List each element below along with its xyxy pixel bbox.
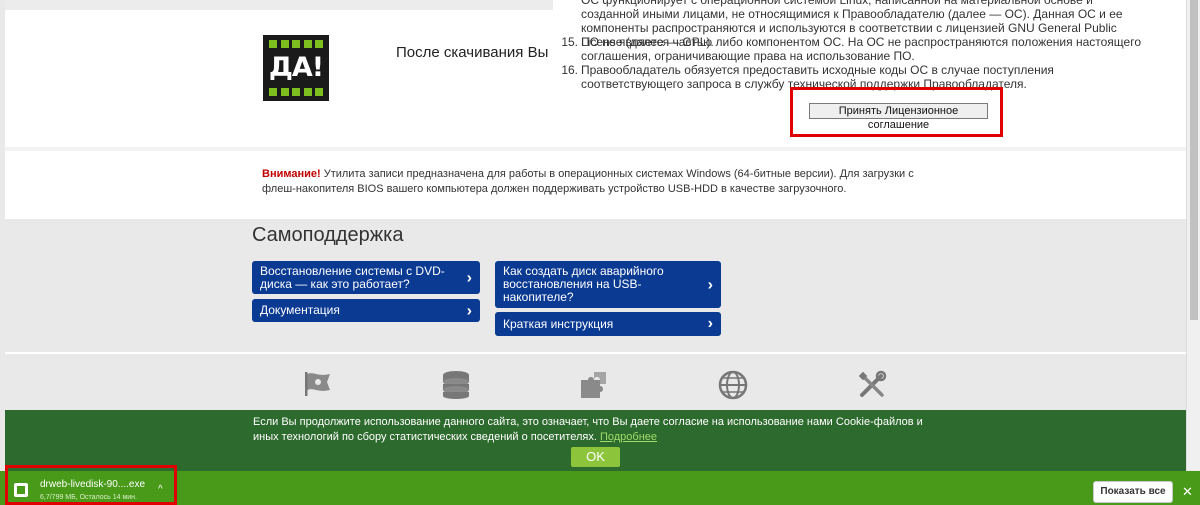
- browser-download-bar: [0, 471, 1200, 505]
- documentation-link[interactable]: Документация ›: [252, 299, 480, 322]
- logo-dots-top: [269, 40, 323, 48]
- flag-icon[interactable]: [303, 370, 333, 403]
- chevron-right-icon: ›: [466, 269, 472, 286]
- globe-icon[interactable]: [718, 370, 748, 405]
- chevron-right-icon: ›: [707, 315, 713, 332]
- warning-text: Утилита записи предназначена для работы …: [262, 168, 914, 195]
- chevron-right-icon: ›: [466, 302, 472, 319]
- chevron-right-icon: ›: [707, 276, 713, 293]
- usb-rescue-disk-label: Как создать диск аварийного восстановлен…: [503, 264, 664, 304]
- selfhelp-section: Самоподдержка Восстановление системы с D…: [5, 219, 1186, 352]
- logo-text: ДА!: [268, 52, 324, 83]
- quick-guide-label: Краткая инструкция: [503, 317, 614, 331]
- license-item-text: ПО не является частью либо компонентом О…: [581, 35, 1141, 63]
- accept-license-button[interactable]: Принять Лицензионное соглашение: [809, 103, 988, 131]
- usb-rescue-disk-link[interactable]: Как создать диск аварийного восстановлен…: [495, 261, 721, 308]
- selfhelp-title: Самоподдержка: [252, 224, 404, 246]
- warning-notice: Внимание! Утилита записи предназначена д…: [262, 167, 942, 197]
- da-logo: ДА!: [263, 35, 329, 101]
- documentation-label: Документация: [260, 303, 340, 317]
- logo-dots-bottom: [269, 88, 323, 96]
- download-instruction-text: После скачивания Вы буд: [396, 44, 556, 61]
- download-status: 6,7/799 МБ, Осталось 14 мин.: [40, 494, 137, 501]
- dvd-recovery-link[interactable]: Восстановление системы с DVD-диска — как…: [252, 261, 480, 294]
- license-item-number: 16.: [561, 63, 578, 77]
- scrollbar-thumb[interactable]: [1190, 0, 1198, 320]
- warning-label: Внимание!: [262, 168, 321, 180]
- dvd-recovery-label: Восстановление системы с DVD-диска — как…: [260, 264, 445, 291]
- download-file-name[interactable]: drweb-livedisk-90....exe: [40, 479, 145, 490]
- cookie-text: Если Вы продолжите использование данного…: [253, 416, 923, 443]
- cookie-message: Если Вы продолжите использование данного…: [253, 415, 943, 445]
- license-item: 15. ПО не является частью либо компоненто…: [561, 35, 1161, 63]
- close-icon[interactable]: ✕: [1182, 484, 1193, 500]
- cookie-consent-banner: Если Вы продолжите использование данного…: [5, 410, 1186, 471]
- chevron-up-icon[interactable]: ^: [158, 484, 163, 495]
- quick-guide-link[interactable]: Краткая инструкция ›: [495, 312, 721, 336]
- license-item-number: 15.: [561, 35, 578, 49]
- show-all-downloads-button[interactable]: Показать все: [1093, 481, 1173, 503]
- tools-icon[interactable]: [857, 370, 887, 405]
- database-icon[interactable]: [441, 370, 471, 405]
- notice-section: Внимание! Утилита записи предназначена д…: [5, 147, 1186, 219]
- file-icon: [14, 483, 28, 497]
- page-scrollbar[interactable]: [1186, 0, 1200, 470]
- footer-icons-row: [5, 354, 1186, 410]
- cookie-ok-button[interactable]: OK: [571, 447, 620, 467]
- puzzle-icon[interactable]: [578, 370, 610, 405]
- cookie-more-link[interactable]: Подробнее: [600, 431, 657, 443]
